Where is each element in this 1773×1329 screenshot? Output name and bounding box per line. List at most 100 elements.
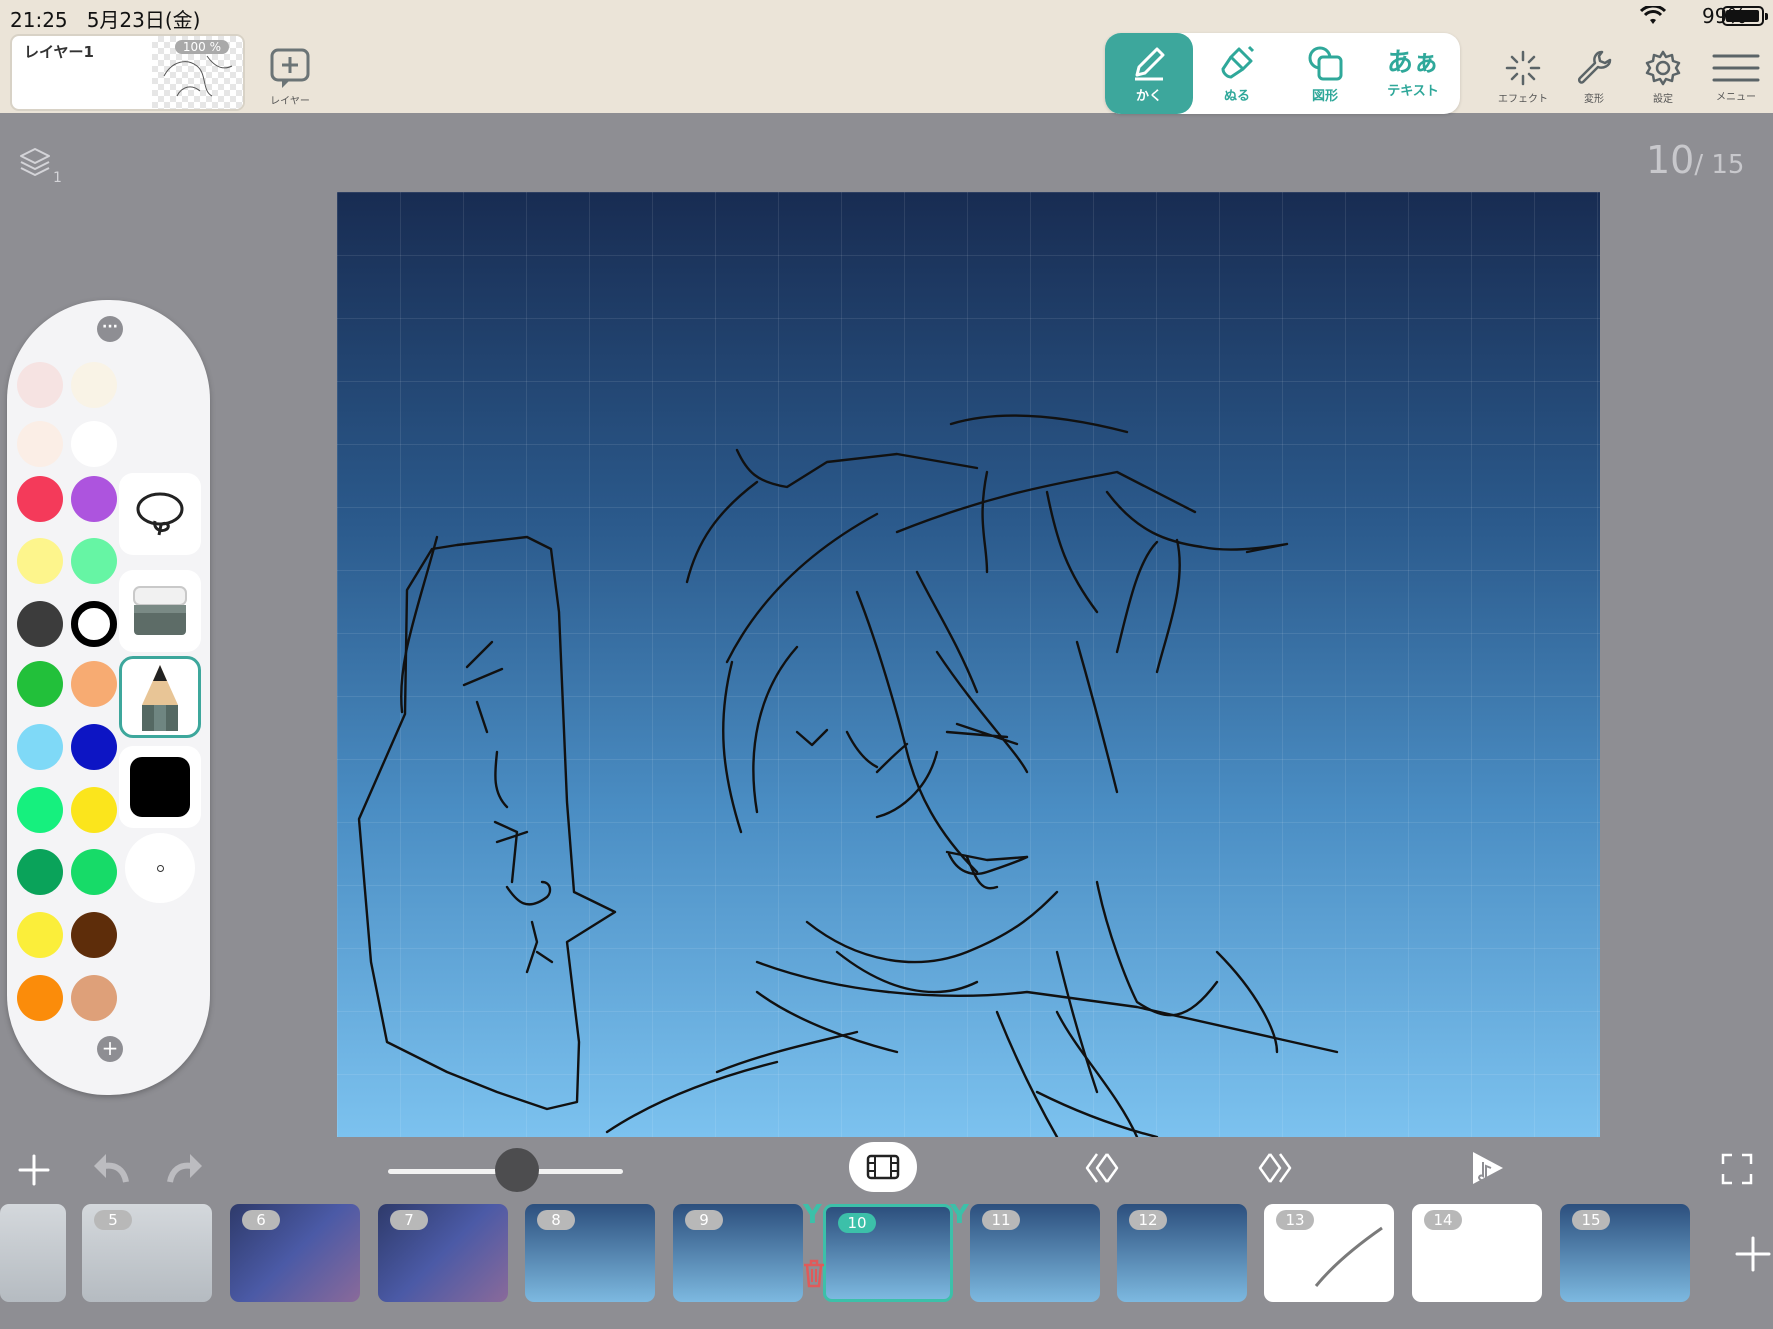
frame-number: 6 [242,1210,280,1230]
timeline-frame[interactable]: 15 [1560,1204,1690,1302]
redo-icon[interactable] [166,1150,206,1186]
add-layer-icon [270,48,310,88]
sketch-drawing [357,414,1339,1137]
timeline-frame[interactable]: 9 [673,1204,803,1302]
menu-button[interactable]: メニュー [1712,50,1760,103]
color-swatch[interactable] [17,601,63,647]
layers-icon[interactable] [18,146,52,180]
brush-size-button[interactable] [125,833,195,903]
lasso-icon [136,492,184,536]
timeline-frame[interactable]: 6 [230,1204,360,1302]
undo-icon[interactable] [90,1150,130,1186]
color-swatch[interactable] [71,724,117,770]
sparkle-icon [1505,50,1541,86]
top-toolbar: 21:25 5月23日(金) 99% レイヤー1 100 % レイヤー かく ぬ… [0,0,1773,114]
pen-icon [1135,47,1165,81]
wrench-icon [1577,50,1612,84]
color-swatch[interactable] [71,661,117,707]
drawing-canvas[interactable] [337,192,1600,1137]
add-layer-label: レイヤー [270,96,310,107]
onion-marker-left[interactable]: Y [803,1200,822,1230]
timeline-frame[interactable]: 14 [1412,1204,1542,1302]
frame-counter: 10/ 15 [1646,138,1744,182]
color-swatch[interactable] [17,849,63,895]
color-palette: ··· + [7,300,210,1095]
tab-draw-label: かく [1135,89,1162,104]
play-icon[interactable] [1469,1148,1507,1188]
color-swatch[interactable] [17,661,63,707]
timeline-frame[interactable]: 13 [1264,1204,1394,1302]
effect-label: エフェクト [1498,94,1548,105]
color-swatch[interactable] [71,787,117,833]
color-swatch[interactable] [71,538,117,584]
add-color-button[interactable]: + [97,1036,123,1062]
color-swatch[interactable] [71,362,117,408]
color-swatch[interactable] [17,724,63,770]
hamburger-icon [1712,54,1760,82]
tab-text[interactable]: あぁ テキスト [1369,33,1457,114]
settings-label: 設定 [1653,94,1673,105]
film-strip-button[interactable] [849,1142,917,1192]
tool-selector: かく ぬる 図形 あぁ テキスト [1105,33,1460,114]
timeline-frame[interactable]: 11 [970,1204,1100,1302]
frame-number: 5 [94,1210,132,1230]
color-swatch[interactable] [17,975,63,1021]
transform-button[interactable]: 変形 [1574,48,1614,105]
color-swatch[interactable] [71,601,117,647]
gear-icon [1645,50,1681,86]
color-swatch[interactable] [17,787,63,833]
timeline-frame[interactable]: 7 [378,1204,508,1302]
tab-draw[interactable]: かく [1105,33,1193,114]
pencil-tool[interactable] [119,656,201,738]
add-frame-icon[interactable] [1735,1236,1771,1272]
onion-skin-slider-handle[interactable] [495,1148,540,1192]
frame-current: 10 [1646,138,1695,182]
effect-button[interactable]: エフェクト [1498,48,1548,105]
layers-count: 1 [53,170,62,186]
fullscreen-icon[interactable] [1720,1152,1754,1186]
tab-shape[interactable]: 図形 [1281,33,1369,114]
menu-label: メニュー [1716,92,1756,103]
tab-fill[interactable]: ぬる [1193,33,1281,114]
settings-button[interactable]: 設定 [1643,48,1683,105]
add-icon[interactable] [16,1152,52,1188]
palette-more-button[interactable]: ··· [97,316,123,342]
eraser-icon [133,586,187,635]
text-glyph-icon: あぁ [1386,48,1439,78]
previous-frame-icon[interactable] [1083,1150,1119,1186]
wifi-icon [1640,6,1666,24]
timeline-frame[interactable] [0,1204,66,1302]
color-swatch[interactable] [17,421,63,467]
timeline-frame[interactable]: 8 [525,1204,655,1302]
frame-total: / 15 [1694,150,1745,180]
color-swatch[interactable] [17,476,63,522]
status-time: 21:25 5月23日(金) [10,8,201,32]
color-swatch[interactable] [71,476,117,522]
layer-opacity: 100 % [174,40,229,54]
brush-icon [1221,45,1255,79]
lasso-tool[interactable] [119,473,201,555]
timeline-frame[interactable]: 10 [823,1204,953,1302]
add-layer-button[interactable]: レイヤー [268,46,312,107]
color-swatch[interactable] [71,975,117,1021]
timeline-frame[interactable]: 5 [82,1204,212,1302]
current-color-swatch[interactable] [119,746,201,828]
timeline-frame[interactable]: 12 [1117,1204,1247,1302]
color-swatch[interactable] [71,421,117,467]
color-swatch[interactable] [17,538,63,584]
film-icon [866,1154,900,1180]
tab-text-label: テキスト [1387,84,1439,99]
color-swatch[interactable] [17,362,63,408]
shape-icon [1308,46,1343,81]
color-swatch[interactable] [71,849,117,895]
eraser-tool[interactable] [119,570,201,652]
color-swatch[interactable] [71,912,117,958]
frame-number: 10 [838,1213,876,1233]
color-swatch[interactable] [17,912,63,958]
trash-icon[interactable] [801,1258,827,1288]
current-color-preview [130,757,190,817]
next-frame-icon[interactable] [1258,1150,1294,1186]
current-layer-thumbnail[interactable]: レイヤー1 100 % [10,34,245,111]
onion-marker-right[interactable]: Y [950,1200,969,1230]
frame-number: 14 [1424,1210,1462,1230]
